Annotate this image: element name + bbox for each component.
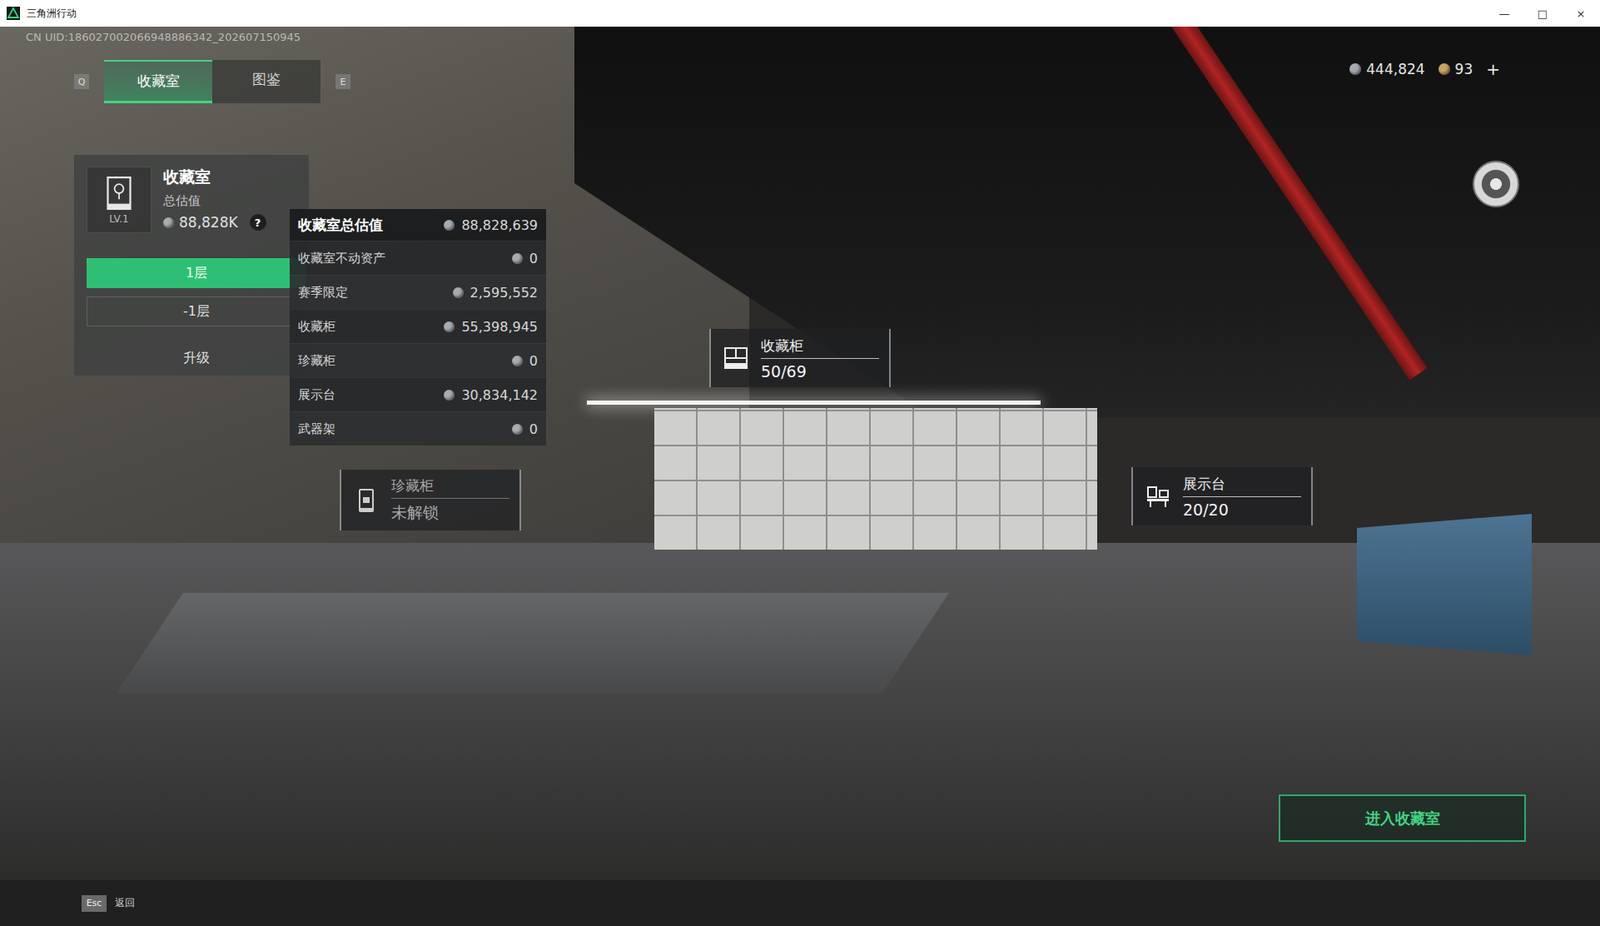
title-bar: 三角洲行动 —□× — [0, 0, 1600, 27]
enter-button[interactable]: 进入收藏室 — [1278, 794, 1526, 842]
back-label[interactable]: 返回 — [114, 895, 135, 910]
coin-icon — [443, 321, 455, 333]
tooltip-total: 88,828,639 — [461, 217, 538, 234]
top-bar: CN UID:186027002066948886342_20260715094… — [0, 26, 1600, 104]
add-currency-button[interactable]: + — [1485, 59, 1501, 80]
window-control[interactable]: □ — [1523, 0, 1562, 27]
window-control[interactable]: × — [1561, 0, 1600, 27]
tooltip-row: 展示台30,834,142 — [289, 377, 547, 412]
scene-pit — [116, 592, 950, 693]
music-disc-icon[interactable] — [1472, 160, 1520, 208]
marker-name: 展示台 — [1182, 474, 1302, 497]
tooltip-row: 武器架0 — [289, 411, 547, 446]
tooltip-title: 收藏室总估值 — [298, 215, 383, 235]
tab[interactable]: 图鉴 — [212, 59, 321, 104]
tab-bar: Q 收藏室图鉴 E — [74, 59, 351, 104]
help-icon[interactable]: ? — [249, 213, 267, 231]
esc-key[interactable]: Esc — [81, 894, 107, 912]
coin-icon — [511, 253, 523, 264]
coin-icon — [511, 355, 523, 367]
level-label: LV.1 — [109, 213, 129, 225]
showcase-icon — [104, 174, 135, 212]
scene-shelves — [654, 407, 1098, 550]
tooltip-row: 赛季限定2,595,552 — [289, 274, 547, 309]
total-value: 88,828K — [178, 213, 239, 231]
floor-button[interactable]: -1层 — [86, 296, 307, 327]
window-control[interactable]: — — [1485, 0, 1524, 27]
collection-scene: CN UID:186027002066948886342_20260715094… — [0, 26, 1600, 926]
currency-item: 444,824 — [1349, 60, 1425, 78]
collection-panel: LV.1 收藏室总估值 88,828K? 1层 -1层升级 — [74, 154, 309, 376]
prev-tab-key[interactable]: Q — [74, 74, 90, 90]
tooltip-row: 珍藏柜0 — [289, 342, 547, 378]
coin-icon — [452, 287, 464, 299]
scene-marker[interactable]: 珍藏柜未解锁 — [339, 469, 522, 531]
marker-status: 20/20 — [1182, 500, 1302, 519]
marker-name: 收藏柜 — [760, 336, 880, 359]
currency-amount: 444,824 — [1366, 60, 1425, 78]
coin-icon — [511, 423, 523, 435]
marker-status: 未解锁 — [391, 501, 510, 524]
floor-button[interactable]: 1层 — [86, 258, 307, 289]
next-tab-key[interactable]: E — [335, 74, 351, 90]
panel-subtitle: 总估值 — [163, 193, 267, 209]
coin-icon — [1349, 63, 1362, 75]
scene-marker[interactable]: 展示台 20/20 — [1131, 467, 1313, 526]
marker-status: 50/69 — [760, 362, 880, 381]
cabinet-icon — [722, 344, 750, 372]
coin-icon — [443, 389, 455, 401]
vault-icon — [352, 486, 380, 514]
game-window: 三角洲行动 —□× CN UID:186027002066948886342_202… — [0, 0, 1600, 926]
panel-title: 收藏室 — [163, 166, 267, 189]
currency-bar: 444,824 93 + — [1349, 30, 1501, 80]
marker-name: 珍藏柜 — [391, 476, 510, 499]
tooltip-row: 收藏室不动资产0 — [289, 240, 547, 275]
tooltip-row: 收藏柜55,398,945 — [289, 308, 547, 343]
upgrade-button[interactable]: 升级 — [86, 349, 307, 368]
footer-bar: Esc 返回 — [0, 879, 1600, 926]
coin-icon — [1438, 63, 1451, 75]
currency-item: 93 — [1438, 60, 1474, 78]
uid-label: CN UID:186027002066948886342_20260715094… — [25, 30, 351, 44]
window-title: 三角洲行动 — [26, 6, 77, 21]
tab[interactable]: 收藏室 — [104, 59, 213, 104]
display-stand-icon — [1144, 482, 1172, 510]
delta-logo-icon — [6, 6, 20, 20]
value-tooltip: 收藏室总估值 88,828,639 收藏室不动资产0赛季限定2,595,552收藏柜… — [289, 208, 547, 446]
scene-light — [586, 400, 1041, 405]
coin-icon — [163, 217, 174, 229]
scene-boxes — [1356, 513, 1532, 656]
scene-marker[interactable]: 收藏柜 50/69 — [709, 328, 891, 388]
coin-icon — [443, 219, 455, 231]
currency-amount: 93 — [1455, 60, 1474, 78]
